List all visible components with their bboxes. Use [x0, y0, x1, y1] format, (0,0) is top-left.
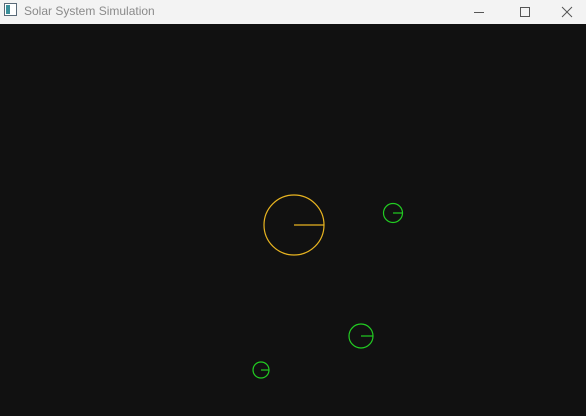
minimize-button[interactable] — [456, 0, 502, 24]
maximize-icon — [520, 7, 530, 17]
simulation-drawing — [252, 194, 404, 379]
sun-body — [263, 194, 325, 256]
minimize-icon — [474, 12, 484, 13]
planet-body — [252, 361, 270, 379]
app-window: Solar System Simulation — [0, 0, 586, 416]
maximize-button[interactable] — [502, 0, 548, 24]
simulation-canvas[interactable] — [0, 24, 586, 416]
close-button[interactable] — [548, 0, 586, 24]
close-icon — [561, 6, 573, 18]
app-icon — [3, 2, 19, 18]
window-title: Solar System Simulation — [24, 4, 155, 18]
planet-body — [382, 202, 404, 224]
planet-body — [348, 323, 374, 349]
title-bar[interactable]: Solar System Simulation — [0, 0, 586, 24]
